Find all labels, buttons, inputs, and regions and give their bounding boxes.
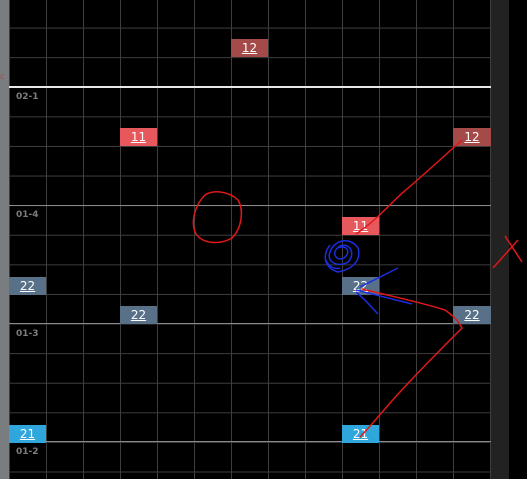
schedule-block[interactable]: 11	[120, 128, 157, 146]
schedule-block[interactable]: 22	[453, 306, 491, 324]
section-divider	[9, 323, 491, 324]
row-label: 01-4	[16, 210, 39, 220]
row-label: 01-2	[16, 447, 39, 457]
schedule-block[interactable]: 11	[342, 217, 379, 235]
schedule-block[interactable]: 22	[342, 277, 379, 295]
section-divider	[9, 441, 491, 442]
edge-marker: c	[0, 72, 5, 82]
row-label: 02-1	[16, 92, 39, 102]
schedule-grid-view: c 02-1 01-4 01-3 01-2 12 11 12 11 22 22 …	[0, 0, 527, 479]
schedule-block[interactable]: 22	[120, 306, 157, 324]
section-divider	[9, 205, 491, 206]
row-label: 01-3	[16, 329, 39, 339]
schedule-block[interactable]: 21	[342, 425, 379, 443]
schedule-block[interactable]: 22	[9, 277, 46, 295]
schedule-block[interactable]: 12	[453, 128, 491, 146]
schedule-grid	[9, 0, 491, 479]
schedule-block[interactable]: 21	[9, 425, 46, 443]
vertical-scrollbar[interactable]	[491, 0, 509, 479]
schedule-block[interactable]: 12	[231, 39, 268, 57]
section-divider	[9, 86, 491, 88]
